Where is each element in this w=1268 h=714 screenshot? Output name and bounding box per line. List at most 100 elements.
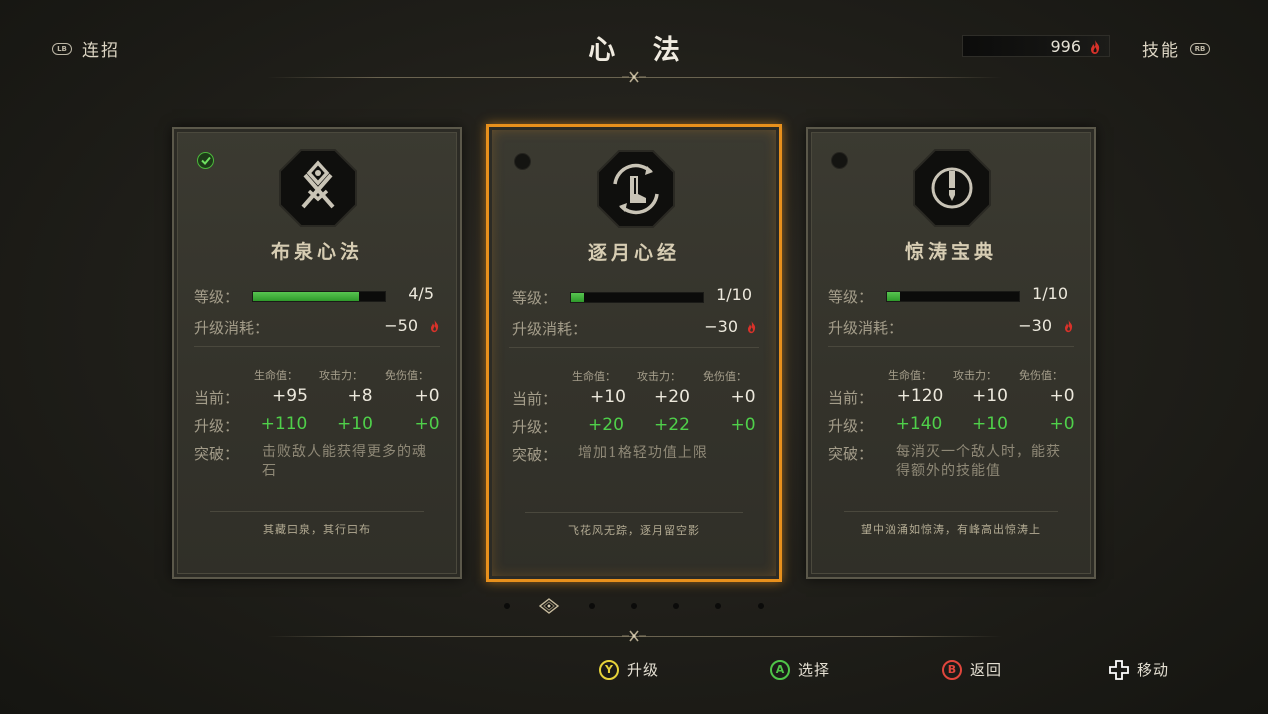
flame-icon [748,320,756,334]
upgrade-hp: +20 [588,415,624,435]
flame-icon [431,319,439,333]
upgrade-cost-label: 升级消耗： [194,319,270,337]
unequipped-slot-icon [831,152,848,169]
upgrade-cost-value: −50 [384,316,418,335]
current-def: +0 [730,387,756,407]
unequipped-slot-icon [514,153,531,170]
atk-column-header: 攻击力： [637,370,681,383]
current-hp: +95 [272,386,308,406]
breakthrough-text: 每消灭一个敌人时，能获得额外的技能值 [896,444,1061,479]
page-dot[interactable] [715,603,721,609]
page-dot[interactable] [589,603,595,609]
select-hint-label: 选择 [798,661,831,679]
hp-column-header: 生命值： [254,369,298,382]
next-tab-nav[interactable]: 技能 RB [1142,36,1210,61]
next-tab-label: 技能 [1142,41,1180,61]
section-divider [525,512,743,513]
current-hp: +10 [590,387,626,407]
upgrade-label: 升级： [512,418,558,436]
current-atk: +8 [347,386,373,406]
page-dot[interactable] [673,603,679,609]
skill-quote: 飞花风无踪，逐月留空影 [568,524,700,537]
b-button-icon[interactable]: B [942,659,962,680]
upgrade-label: 升级： [828,417,874,435]
skill-name: 布泉心法 [270,241,363,263]
upgrade-def: +0 [1049,414,1075,434]
currency-value: 996 [1050,36,1081,56]
upgrade-atk: +10 [972,414,1008,434]
section-divider [509,347,759,348]
hp-column-header: 生命值： [888,369,932,382]
section-divider [210,511,424,512]
back-hint-label: 返回 [970,661,1003,679]
upgrade-hp: +140 [895,414,943,434]
sword-circle-emblem-icon [913,149,991,227]
level-progress-fill [253,292,359,301]
boot-cycle-emblem-icon [597,150,675,228]
section-divider [194,346,440,347]
upgrade-hint[interactable]: Y 升级 [599,659,659,680]
current-label: 当前： [828,389,874,407]
page-dot[interactable] [758,603,764,609]
atk-column-header: 攻击力： [319,369,363,382]
hp-column-header: 生命值： [572,370,616,383]
upgrade-atk: +10 [337,414,373,434]
upgrade-def: +0 [414,414,440,434]
page-dot-active-icon[interactable] [536,597,562,615]
level-progress-fill [887,292,901,301]
upgrade-def: +0 [730,415,756,435]
upgrade-cost-label: 升级消耗： [828,319,904,337]
page-dot[interactable] [504,603,510,609]
def-column-header: 免伤值： [1019,369,1063,382]
current-def: +0 [1049,386,1075,406]
upgrade-cost-value: −30 [1018,316,1052,335]
skill-name: 逐月心经 [587,242,680,264]
upgrade-cost-label: 升级消耗： [512,320,588,338]
level-value: 4/5 [408,284,434,303]
a-button-icon[interactable]: A [770,659,790,680]
def-column-header: 免伤值： [703,370,747,383]
level-label: 等级： [828,288,874,306]
header-ornament-icon [622,71,646,83]
select-hint[interactable]: A 选择 [770,659,830,680]
page-dot[interactable] [631,603,637,609]
skill-quote: 其藏曰泉，其行曰布 [263,523,371,536]
skill-name: 惊涛宝典 [904,241,997,263]
dpad-icon[interactable] [1109,659,1129,680]
rb-button-icon[interactable]: RB [1190,42,1210,55]
level-label: 等级： [194,288,240,306]
current-def: +0 [414,386,440,406]
skill-card-2[interactable]: 逐月心经 等级： 1/10 升级消耗： −30 生命值： 攻击力： 免伤值： 当… [486,124,782,582]
breakthrough-text: 击败敌人能获得更多的魂石 [262,444,427,479]
currency-display: 996 [962,35,1110,57]
move-hint[interactable]: 移动 [1109,659,1169,680]
level-value: 1/10 [1032,284,1068,303]
level-label: 等级： [512,289,558,307]
current-label: 当前： [512,390,558,408]
section-divider [844,511,1058,512]
upgrade-atk: +22 [654,415,690,435]
def-column-header: 免伤值： [385,369,429,382]
breakthrough-text: 增加1格轻功值上限 [578,445,708,461]
upgrade-cost-value: −30 [704,317,738,336]
current-atk: +10 [972,386,1008,406]
upgrade-hint-label: 升级 [627,661,660,679]
section-divider [828,346,1074,347]
atk-column-header: 攻击力： [953,369,997,382]
level-progress-fill [571,293,585,302]
skill-card-1[interactable]: 布泉心法 等级： 4/5 升级消耗： −50 生命值： 攻击力： 免伤值： 当前… [172,127,462,579]
upgrade-label: 升级： [194,417,240,435]
crossed-swords-emblem-icon [279,149,357,227]
skill-card-3[interactable]: 惊涛宝典 等级： 1/10 升级消耗： −30 生命值： 攻击力： 免伤值： 当… [806,127,1096,579]
flame-icon [1065,319,1073,333]
breakthrough-label: 突破： [194,445,240,463]
current-label: 当前： [194,389,240,407]
flame-icon [1091,40,1100,54]
breakthrough-label: 突破： [512,446,558,464]
back-hint[interactable]: B 返回 [942,659,1002,680]
skill-quote: 望中汹涌如惊涛，有峰高出惊涛上 [861,523,1041,536]
upgrade-hp: +110 [260,414,308,434]
footer-ornament-icon [622,630,646,642]
y-button-icon[interactable]: Y [599,659,619,680]
move-hint-label: 移动 [1137,661,1170,679]
